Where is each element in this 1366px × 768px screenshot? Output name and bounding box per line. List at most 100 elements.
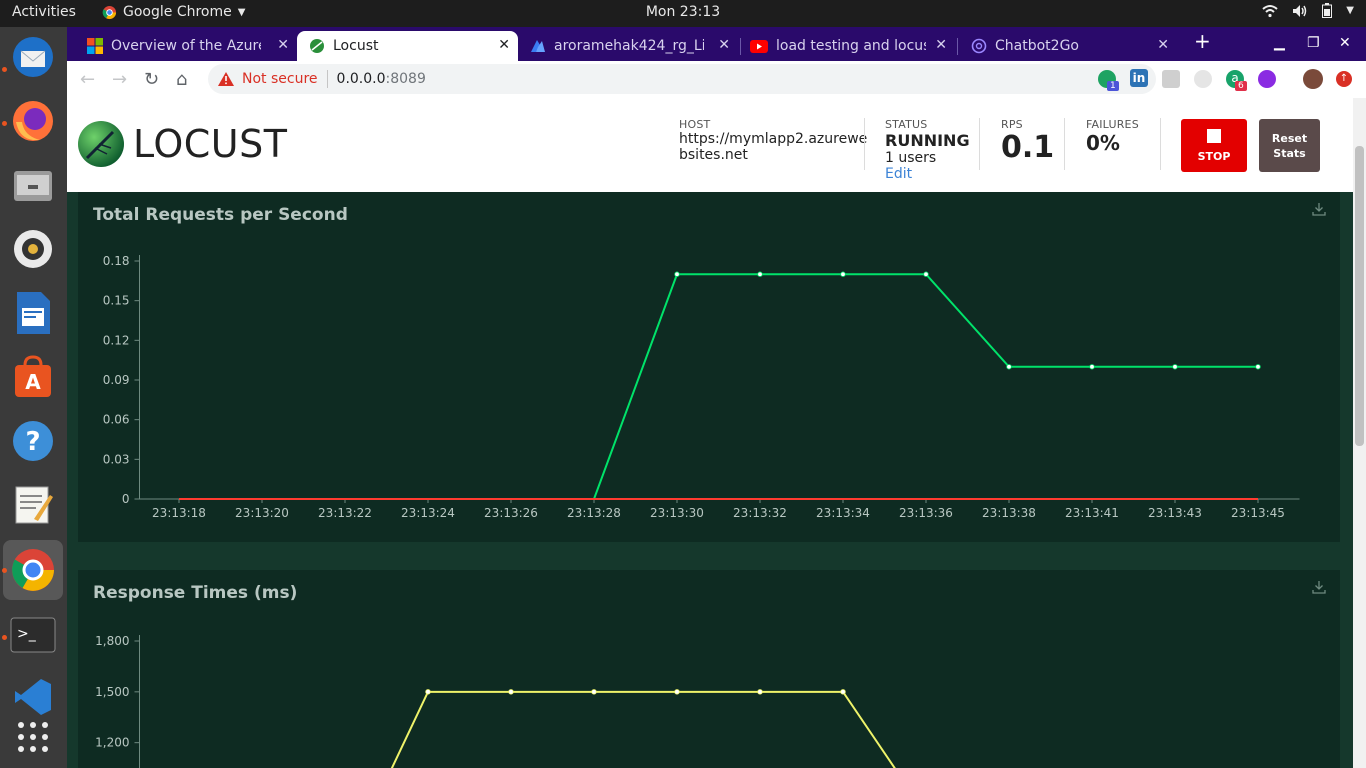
- files-icon[interactable]: [8, 160, 58, 210]
- chrome-dock-icon[interactable]: [3, 540, 63, 600]
- y-tick-label: 0.18: [103, 254, 130, 268]
- stop-button[interactable]: STOP: [1181, 119, 1247, 172]
- warning-icon: [218, 72, 234, 86]
- browser-tab-strip: Overview of the Azure ✕ Locust ✕ arorame…: [67, 27, 1366, 61]
- y-tick-label: 1,800: [95, 634, 129, 648]
- libreoffice-writer-icon[interactable]: [8, 288, 58, 338]
- close-tab-icon[interactable]: ✕: [1157, 37, 1169, 53]
- data-point: [1255, 364, 1261, 370]
- terminal-icon[interactable]: >_: [8, 611, 58, 661]
- x-tick-label: 23:13:36: [899, 506, 953, 520]
- new-tab-button[interactable]: +: [1194, 29, 1211, 53]
- thunderbird-icon[interactable]: [8, 32, 58, 82]
- tab-locust[interactable]: Locust ✕: [297, 31, 518, 61]
- extension-badge: 6: [1235, 81, 1247, 91]
- tab-youtube[interactable]: load testing and locust ✕: [742, 31, 955, 61]
- profile-avatar[interactable]: [1303, 69, 1323, 89]
- locust-logo-icon: [78, 121, 124, 167]
- youtube-icon: [750, 39, 768, 53]
- app-grid-icon[interactable]: [8, 712, 58, 762]
- linkedin-icon[interactable]: in: [1130, 69, 1148, 87]
- scrollbar-thumb[interactable]: [1355, 146, 1364, 446]
- text-editor-icon[interactable]: [8, 480, 58, 530]
- locust-icon: [310, 39, 324, 53]
- battery-icon: [1322, 3, 1333, 18]
- reset-stats-button[interactable]: Reset Stats: [1259, 119, 1320, 172]
- rps-stat: RPS 0.1: [1001, 118, 1054, 165]
- header-divider: [979, 118, 980, 170]
- y-tick-label: 0.09: [103, 373, 130, 387]
- users-count: 1 users: [885, 150, 937, 166]
- close-window-icon[interactable]: ✕: [1339, 35, 1351, 51]
- extension-badge: 1: [1107, 81, 1119, 91]
- chevron-down-icon: ▼: [237, 6, 246, 18]
- host-value-line-1: https://mymlapp2.azurewe: [679, 131, 868, 147]
- help-icon[interactable]: ?: [8, 416, 58, 466]
- close-tab-icon[interactable]: ✕: [277, 37, 289, 53]
- forward-icon[interactable]: →: [112, 69, 127, 90]
- app-menu-label: Google Chrome: [123, 4, 232, 20]
- tab-chatbot2go[interactable]: Chatbot2Go ✕: [961, 31, 1177, 61]
- home-icon[interactable]: ⌂: [176, 69, 187, 90]
- update-icon[interactable]: ↑: [1336, 71, 1352, 87]
- y-tick-label: 0: [122, 492, 130, 506]
- locust-logo-text: LOCUST: [133, 122, 288, 166]
- tab-azure-overview[interactable]: Overview of the Azure ✕: [79, 31, 297, 61]
- app-menu[interactable]: Google Chrome ▼: [102, 4, 245, 20]
- maximize-icon[interactable]: ❐: [1307, 35, 1320, 51]
- reload-icon[interactable]: ↻: [144, 69, 159, 90]
- y-tick-label: 0.15: [103, 294, 130, 308]
- close-tab-icon[interactable]: ✕: [498, 37, 510, 53]
- activities-button[interactable]: Activities: [12, 4, 76, 20]
- ubuntu-software-icon[interactable]: A: [8, 352, 58, 402]
- data-point: [840, 689, 846, 695]
- url-port: :8089: [385, 71, 426, 87]
- data-point: [923, 271, 929, 277]
- page-scrollbar[interactable]: [1353, 98, 1366, 768]
- host-value-line-2: bsites.net: [679, 147, 748, 163]
- reset-stats-label-1: Reset: [1271, 132, 1308, 145]
- tab-separator: [740, 38, 741, 55]
- firefox-icon[interactable]: [8, 96, 58, 146]
- extension-gray-icon[interactable]: [1162, 70, 1180, 88]
- stop-button-label: STOP: [1197, 150, 1231, 163]
- failures-value: 0%: [1086, 131, 1120, 155]
- data-point: [1089, 364, 1095, 370]
- status-stat: STATUS RUNNING 1 users Edit: [885, 118, 970, 182]
- running-indicator: [2, 635, 7, 640]
- x-tick-label: 23:13:41: [1065, 506, 1119, 520]
- minimize-icon[interactable]: ▁: [1274, 35, 1285, 51]
- back-icon[interactable]: ←: [80, 69, 95, 90]
- extension-light-icon[interactable]: [1194, 70, 1212, 88]
- data-point: [591, 689, 597, 695]
- svg-text:A: A: [25, 370, 41, 394]
- locust-header: LOCUST HOST https://mymlapp2.azurewe bsi…: [67, 98, 1353, 192]
- x-tick-label: 23:13:24: [401, 506, 455, 520]
- system-tray[interactable]: ▼: [1262, 3, 1354, 18]
- tab-azure-resource-group[interactable]: arorameha​k424_rg_Lin ✕: [522, 31, 738, 61]
- host-label: HOST: [679, 118, 711, 131]
- browser-toolbar: ← → ↻ ⌂ Not secure 0.0.0.0 :8089 ☆ 1 in …: [67, 61, 1366, 99]
- close-tab-icon[interactable]: ✕: [935, 37, 947, 53]
- x-tick-label: 23:13:32: [733, 506, 787, 520]
- response-time-chart: 9001,2001,5001,800: [95, 634, 896, 768]
- address-bar[interactable]: Not secure 0.0.0.0 :8089 ☆: [208, 64, 1156, 94]
- running-indicator: [2, 67, 7, 72]
- running-indicator: [2, 568, 7, 573]
- clock[interactable]: Mon 23:13: [646, 4, 720, 20]
- x-tick-label: 23:13:38: [982, 506, 1036, 520]
- tab-title: Locust: [333, 38, 379, 54]
- tab-title: Chatbot2Go: [995, 38, 1079, 54]
- extension-purple-icon[interactable]: [1258, 70, 1276, 88]
- locust-logo[interactable]: LOCUST: [77, 120, 287, 168]
- x-tick-label: 23:13:28: [567, 506, 621, 520]
- data-point: [674, 689, 680, 695]
- status-label: STATUS: [885, 118, 928, 131]
- header-divider: [1160, 118, 1161, 170]
- edit-users-link[interactable]: Edit: [885, 166, 970, 182]
- rhythmbox-icon[interactable]: [8, 224, 58, 274]
- data-point: [1172, 364, 1178, 370]
- security-label[interactable]: Not secure: [242, 71, 318, 87]
- close-tab-icon[interactable]: ✕: [718, 37, 730, 53]
- failures-label: FAILURES: [1086, 118, 1139, 131]
